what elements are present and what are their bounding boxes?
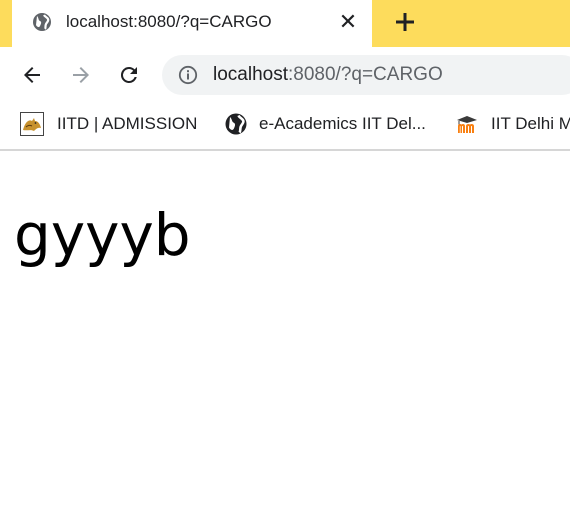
url-text[interactable]: localhost:8080/?q=CARGO [213,64,443,86]
url-path: :8080/?q=CARGO [288,64,443,85]
url-host: localhost [213,64,288,85]
back-arrow-icon[interactable] [20,63,44,87]
active-tab[interactable]: localhost:8080/?q=CARGO ✕ [12,0,372,47]
close-icon[interactable]: ✕ [338,11,358,33]
bookmark-label: IIT Delhi M [491,114,570,133]
bookmarks-bar: IITD | ADMISSION e-Academics IIT Del... … [0,103,570,151]
tab-strip: localhost:8080/?q=CARGO ✕ [0,0,570,47]
tab-title: localhost:8080/?q=CARGO [66,12,272,31]
browser-window: localhost:8080/?q=CARGO ✕ localhost:8080… [0,0,570,523]
info-icon[interactable] [178,65,198,85]
bookmark-label: IITD | ADMISSION [57,114,198,133]
new-tab-icon[interactable] [392,9,418,35]
page-body-text: gyyyb [14,201,191,269]
reload-icon[interactable] [117,63,141,87]
forward-arrow-icon[interactable] [69,63,93,87]
globe-icon [225,113,247,135]
globe-icon [33,13,51,31]
address-bar[interactable]: localhost:8080/?q=CARGO [162,55,570,95]
toolbar: localhost:8080/?q=CARGO [0,47,570,103]
moodle-icon [457,116,477,133]
page-content: gyyyb [0,151,570,523]
tomcat-icon [20,112,44,136]
bookmark-label: e-Academics IIT Del... [259,114,426,133]
